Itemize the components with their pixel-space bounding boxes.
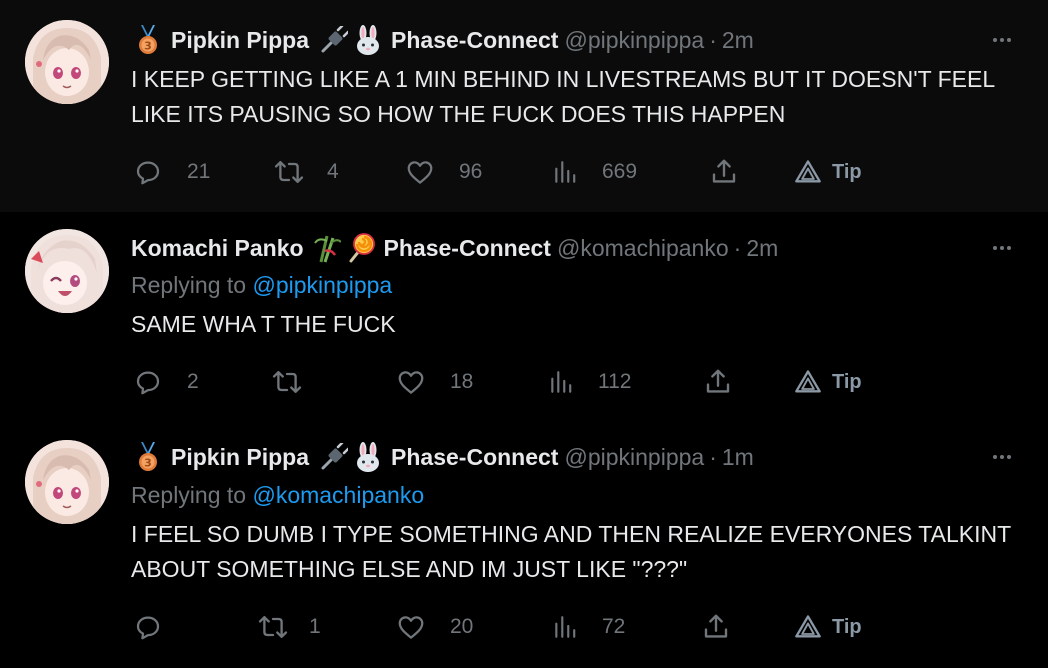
timestamp[interactable]: 2m bbox=[722, 27, 754, 54]
tweet-text: I KEEP GETTING LIKE A 1 MIN BEHIND IN LI… bbox=[131, 66, 995, 127]
retweet-icon bbox=[272, 370, 302, 394]
affiliation-label[interactable]: Phase-Connect bbox=[384, 235, 551, 262]
retweet-count: 1 bbox=[309, 615, 321, 638]
like-count: 18 bbox=[450, 370, 474, 393]
share-button[interactable] bbox=[701, 612, 731, 642]
share-icon bbox=[706, 369, 730, 393]
reply-button[interactable]: 2 bbox=[133, 367, 199, 397]
tip-icon bbox=[795, 160, 821, 183]
tweet-text: SAME WHA T THE FUCK bbox=[131, 311, 396, 337]
tip-label: Tip bbox=[832, 615, 862, 638]
share-icon bbox=[704, 614, 728, 638]
timestamp[interactable]: 1m bbox=[722, 444, 754, 471]
share-button[interactable] bbox=[709, 157, 739, 187]
view-count: 669 bbox=[602, 160, 638, 183]
tip-label: Tip bbox=[832, 160, 862, 183]
tweet[interactable]: Komachi Panko Phase-Connect @komachipank… bbox=[0, 212, 1048, 426]
heart-icon bbox=[398, 616, 424, 639]
like-count: 20 bbox=[450, 615, 474, 638]
tweet-header: Komachi Panko Phase-Connect @komachipank… bbox=[131, 233, 778, 263]
separator-dot: · bbox=[709, 26, 717, 53]
tip-button[interactable]: Tip bbox=[794, 612, 862, 642]
reply-icon bbox=[136, 616, 160, 640]
views-button[interactable]: 669 bbox=[552, 157, 637, 187]
views-icon bbox=[555, 616, 576, 638]
views-icon bbox=[555, 161, 576, 183]
tweet[interactable]: 3 Pipkin Pippa Phase-Connect @pipkinpipp… bbox=[0, 0, 1048, 212]
separator-dot: · bbox=[733, 234, 742, 261]
tweet-text: I FEEL SO DUMB I TYPE SOMETHING AND THEN… bbox=[131, 521, 1011, 582]
svg-text:3: 3 bbox=[144, 40, 152, 53]
views-icon bbox=[551, 371, 572, 393]
retweet-button[interactable]: 1 bbox=[257, 612, 321, 642]
views-button[interactable]: 112 bbox=[548, 367, 631, 397]
tip-icon bbox=[795, 615, 821, 638]
replying-label: Replying to bbox=[131, 272, 247, 298]
timestamp[interactable]: 2m bbox=[746, 235, 778, 262]
replying-to: Replying to @pipkinpippa bbox=[131, 272, 392, 299]
like-button[interactable]: 18 bbox=[396, 367, 473, 397]
tweet-header: 3 Pipkin Pippa Phase-Connect @pipkinpipp… bbox=[131, 442, 754, 472]
reply-count: 21 bbox=[187, 160, 211, 183]
heart-icon bbox=[398, 371, 424, 394]
separator-dot: · bbox=[709, 443, 717, 470]
replying-label: Replying to bbox=[131, 482, 247, 508]
avatar[interactable] bbox=[25, 229, 109, 313]
svg-text:3: 3 bbox=[144, 457, 152, 470]
replying-to: Replying to @komachipanko bbox=[131, 482, 424, 509]
lollipop-icon bbox=[346, 233, 376, 263]
tweet-header: 3 Pipkin Pippa Phase-Connect @pipkinpipp… bbox=[131, 25, 754, 55]
view-count: 112 bbox=[598, 370, 632, 393]
reply-icon bbox=[136, 371, 160, 395]
tip-label: Tip bbox=[832, 370, 862, 393]
retweet-icon bbox=[258, 615, 288, 639]
retweet-icon bbox=[274, 160, 304, 184]
more-options-icon[interactable] bbox=[986, 445, 1018, 469]
display-name[interactable]: Komachi Panko bbox=[131, 235, 304, 262]
view-count: 72 bbox=[602, 615, 626, 638]
retweet-button[interactable]: 4 bbox=[273, 157, 339, 187]
handle[interactable]: @pipkinpippa bbox=[564, 27, 704, 54]
reply-button[interactable] bbox=[133, 612, 187, 642]
affiliation-label[interactable]: Phase-Connect bbox=[391, 27, 558, 54]
display-name[interactable]: Pipkin Pippa bbox=[171, 444, 309, 471]
medal-icon: 3 bbox=[133, 442, 163, 472]
more-options-icon[interactable] bbox=[986, 236, 1018, 260]
reply-icon bbox=[136, 161, 160, 185]
rabbit-icon bbox=[353, 442, 383, 472]
more-options-icon[interactable] bbox=[986, 28, 1018, 52]
tweet[interactable]: 3 Pipkin Pippa Phase-Connect @pipkinpipp… bbox=[0, 426, 1048, 668]
avatar[interactable] bbox=[25, 440, 109, 524]
tip-icon bbox=[795, 370, 821, 393]
medal-icon: 3 bbox=[133, 25, 163, 55]
plug-icon bbox=[319, 442, 349, 472]
action-bar: 21 4 96 669 Tip bbox=[0, 157, 1048, 187]
reply-count: 2 bbox=[187, 370, 199, 393]
heart-icon bbox=[407, 161, 433, 184]
views-button[interactable]: 72 bbox=[552, 612, 625, 642]
like-button[interactable]: 96 bbox=[405, 157, 482, 187]
action-bar: 2 18 112 Tip bbox=[0, 367, 1048, 397]
like-button[interactable]: 20 bbox=[396, 612, 473, 642]
affiliation-label[interactable]: Phase-Connect bbox=[391, 444, 558, 471]
plug-icon bbox=[319, 25, 349, 55]
action-bar: 1 20 72 Tip bbox=[0, 612, 1048, 642]
share-button[interactable] bbox=[703, 367, 733, 397]
rabbit-icon bbox=[353, 25, 383, 55]
reply-button[interactable]: 21 bbox=[133, 157, 210, 187]
tip-button[interactable]: Tip bbox=[794, 367, 862, 397]
display-name[interactable]: Pipkin Pippa bbox=[171, 27, 309, 54]
handle[interactable]: @pipkinpippa bbox=[564, 444, 704, 471]
tip-button[interactable]: Tip bbox=[794, 157, 862, 187]
like-count: 96 bbox=[459, 160, 483, 183]
handle[interactable]: @komachipanko bbox=[557, 235, 729, 262]
replying-to-link[interactable]: @komachipanko bbox=[252, 482, 424, 508]
share-icon bbox=[712, 159, 736, 183]
retweet-count: 4 bbox=[327, 160, 339, 183]
replying-to-link[interactable]: @pipkinpippa bbox=[252, 272, 392, 298]
avatar[interactable] bbox=[25, 20, 109, 104]
bamboo-icon bbox=[312, 233, 342, 263]
retweet-button[interactable] bbox=[271, 367, 327, 397]
